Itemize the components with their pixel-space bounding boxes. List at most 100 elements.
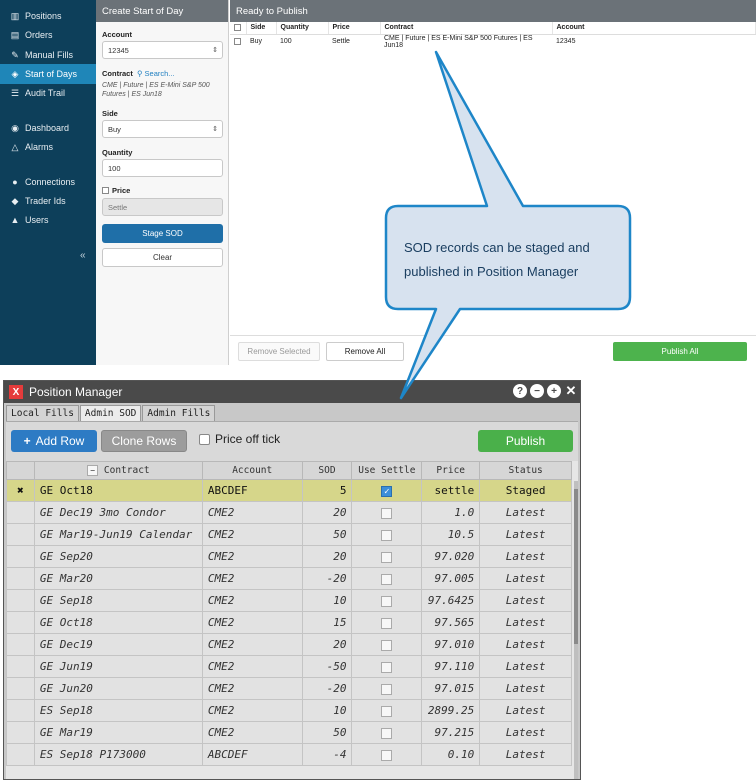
cell-account[interactable]: CME2 [201, 721, 303, 744]
table-row[interactable]: GE Oct18 CME2 15 97.565 Latest [6, 611, 572, 634]
cell-price[interactable]: 1.0 [421, 501, 481, 524]
table-row[interactable]: GE Sep18 CME2 10 97.6425 Latest [6, 589, 572, 612]
table-row[interactable]: Buy 100 Settle CME | Future | ES E-Mini … [230, 34, 756, 49]
use-settle-checkbox-checked[interactable]: ✓ [381, 485, 393, 497]
cell-use-settle[interactable] [351, 545, 423, 568]
cell-use-settle[interactable] [351, 699, 423, 722]
cell-price[interactable]: settle [421, 479, 481, 502]
collapse-all-icon[interactable]: − [87, 465, 99, 476]
table-row[interactable]: GE Mar19-Jun19 Calendar CME2 50 10.5 Lat… [6, 523, 572, 546]
maximize-icon[interactable]: + [547, 384, 561, 398]
cell-account[interactable]: CME2 [201, 567, 303, 590]
cell-price[interactable]: 97.215 [421, 721, 481, 744]
cell-contract[interactable]: GE Mar19-Jun19 Calendar [33, 523, 203, 546]
cell-use-settle[interactable]: ✓ [351, 479, 423, 502]
cell-use-settle[interactable] [351, 611, 423, 634]
sidebar-item-dashboard[interactable]: ◉ Dashboard [0, 118, 96, 138]
cell-use-settle[interactable] [351, 743, 423, 766]
cell-account[interactable]: CME2 [201, 633, 303, 656]
cell-price[interactable]: 2899.25 [421, 699, 481, 722]
minimize-icon[interactable]: − [530, 384, 544, 398]
sidebar-item-audit-trail[interactable]: ☰ Audit Trail [0, 83, 96, 103]
cell-contract[interactable]: GE Oct18 [33, 479, 203, 502]
cell-use-settle[interactable] [351, 633, 423, 656]
cell-account[interactable]: CME2 [201, 677, 303, 700]
contract-search-link[interactable]: ⚲ Search... [137, 69, 175, 78]
cell-contract[interactable]: GE Mar20 [33, 567, 203, 590]
col-use-settle[interactable]: Use Settle [351, 461, 423, 480]
cell-contract[interactable]: GE Sep20 [33, 545, 203, 568]
sidebar-item-trader-ids[interactable]: ◆ Trader Ids [0, 191, 96, 211]
cell-sod[interactable]: 20 [301, 633, 353, 656]
cell-use-settle[interactable] [351, 655, 423, 678]
use-settle-checkbox[interactable] [381, 749, 393, 761]
clear-button[interactable]: Clear [102, 248, 223, 267]
cell-price[interactable]: 97.565 [421, 611, 481, 634]
cell-sod[interactable]: 50 [301, 523, 353, 546]
sidebar-item-users[interactable]: ▲ Users [0, 210, 96, 230]
col-sod[interactable]: SOD [301, 461, 353, 480]
publish-button[interactable]: Publish [478, 430, 573, 452]
side-select[interactable]: Buy ⇕ [102, 120, 223, 138]
cell-price[interactable]: 97.020 [421, 545, 481, 568]
cell-use-settle[interactable] [351, 677, 423, 700]
row-select-cell[interactable] [230, 34, 246, 49]
cell-contract[interactable]: GE Mar19 [33, 721, 203, 744]
col-status[interactable]: Status [479, 461, 572, 480]
cell-use-settle[interactable] [351, 567, 423, 590]
select-all-header[interactable] [230, 22, 247, 35]
table-row[interactable]: GE Mar19 CME2 50 97.215 Latest [6, 721, 572, 744]
use-settle-checkbox[interactable] [381, 529, 393, 541]
cell-use-settle[interactable] [351, 721, 423, 744]
sidebar-item-orders[interactable]: ▤ Orders [0, 25, 96, 45]
table-row[interactable]: GE Mar20 CME2 -20 97.005 Latest [6, 567, 572, 590]
row-checkbox[interactable] [234, 37, 241, 45]
cell-sod[interactable]: 15 [301, 611, 353, 634]
cell-account[interactable]: ABCDEF [201, 479, 303, 502]
col-price[interactable]: Price [421, 461, 481, 480]
price-off-tick-checkbox[interactable] [199, 433, 210, 445]
cell-sod[interactable]: -20 [301, 567, 353, 590]
use-settle-checkbox[interactable] [381, 727, 393, 739]
remove-all-button[interactable]: Remove All [326, 342, 404, 361]
table-row[interactable]: ES Sep18 CME2 10 2899.25 Latest [6, 699, 572, 722]
cell-contract[interactable]: GE Sep18 [33, 589, 203, 612]
cell-account[interactable]: CME2 [201, 699, 303, 722]
delete-row-icon[interactable]: ✖ [6, 479, 35, 502]
use-settle-checkbox[interactable] [381, 573, 393, 585]
sidebar-item-alarms[interactable]: △ Alarms [0, 137, 96, 157]
cell-account[interactable]: CME2 [201, 501, 303, 524]
table-row[interactable]: GE Dec19 CME2 20 97.010 Latest [6, 633, 572, 656]
use-settle-checkbox[interactable] [381, 683, 393, 695]
tab-admin-sod[interactable]: Admin SOD [79, 405, 142, 421]
cell-price[interactable]: 97.010 [421, 633, 481, 656]
close-icon[interactable]: ✕ [564, 383, 578, 398]
use-settle-checkbox[interactable] [381, 617, 393, 629]
cell-sod[interactable]: 20 [301, 545, 353, 568]
cell-account[interactable]: ABCDEF [201, 743, 303, 766]
grid-scrollbar[interactable] [574, 481, 578, 779]
cell-contract[interactable]: GE Dec19 [33, 633, 203, 656]
account-select[interactable]: 12345 ⇕ [102, 41, 223, 59]
price-off-tick-toggle[interactable]: Price off tick [199, 432, 280, 446]
cell-account[interactable]: CME2 [201, 589, 303, 612]
remove-selected-button[interactable]: Remove Selected [238, 342, 320, 361]
col-account[interactable]: Account [201, 461, 303, 480]
stage-sod-button[interactable]: Stage SOD [102, 224, 223, 243]
cell-use-settle[interactable] [351, 589, 423, 612]
cell-contract[interactable]: GE Jun19 [33, 655, 203, 678]
use-settle-checkbox[interactable] [381, 551, 393, 563]
window-titlebar[interactable]: X Position Manager ? − + ✕ [4, 381, 580, 403]
tab-admin-fills[interactable]: Admin Fills [142, 405, 216, 421]
table-row[interactable]: GE Sep20 CME2 20 97.020 Latest [6, 545, 572, 568]
col-contract[interactable]: − Contract [33, 461, 203, 480]
price-checkbox[interactable] [102, 187, 109, 194]
sidebar-item-positions[interactable]: ▥ Positions [0, 6, 96, 26]
table-row[interactable]: GE Dec19 3mo Condor CME2 20 1.0 Latest [6, 501, 572, 524]
cell-account[interactable]: CME2 [201, 545, 303, 568]
cell-sod[interactable]: 20 [301, 501, 353, 524]
use-settle-checkbox[interactable] [381, 705, 393, 717]
cell-sod[interactable]: 5 [301, 479, 353, 502]
table-row[interactable]: ✖ GE Oct18 ABCDEF 5 ✓ settle Staged [6, 479, 572, 502]
cell-price[interactable]: 0.10 [421, 743, 481, 766]
